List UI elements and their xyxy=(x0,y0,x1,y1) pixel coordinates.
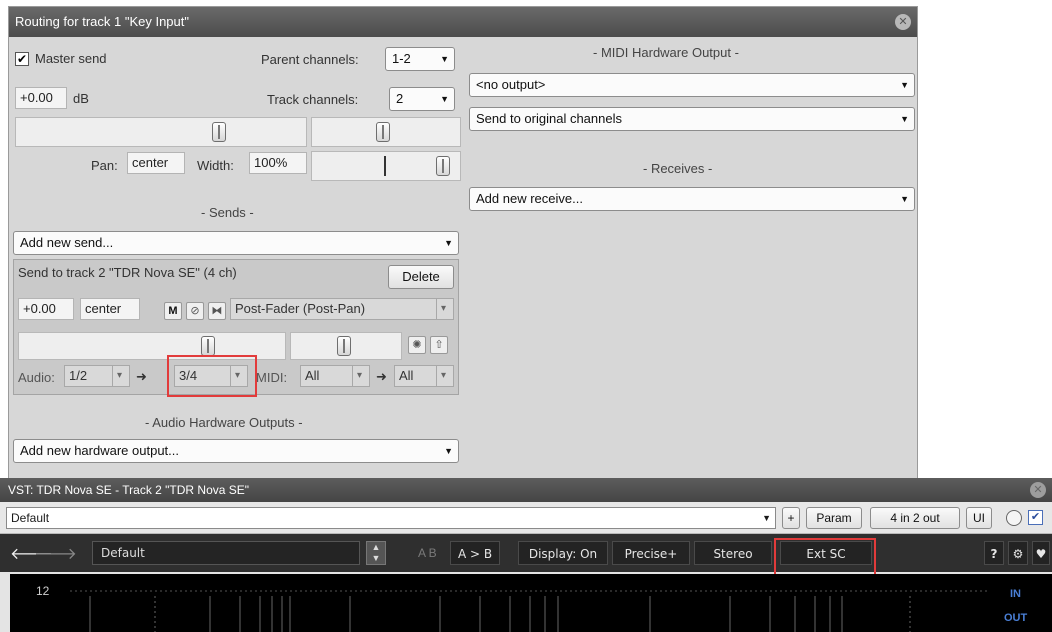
heart-icon[interactable]: ♥ xyxy=(1032,541,1050,565)
vst-host-toolbar: Default ▼ + Param 4 in 2 out UI ✔ xyxy=(0,502,1052,534)
parent-channels-select[interactable]: 1-2 ▼ xyxy=(385,47,455,71)
send-volume-field[interactable]: +0.00 xyxy=(18,298,74,320)
width-center-line xyxy=(384,156,386,176)
display-button[interactable]: Display: On xyxy=(518,541,608,565)
send-up-icon[interactable]: ⇧ xyxy=(430,336,448,354)
ui-button[interactable]: UI xyxy=(966,507,992,529)
send-mute-button[interactable]: M xyxy=(164,302,182,320)
width-field[interactable]: 100% xyxy=(249,152,307,174)
volume-field[interactable]: +0.00 xyxy=(15,87,67,109)
send-midi-src-select[interactable]: All ▾ xyxy=(300,365,370,387)
bypass-checkbox[interactable]: ✔ xyxy=(1028,510,1043,525)
midi-hw-header: - MIDI Hardware Output - xyxy=(593,45,739,60)
send-mode-select[interactable]: Post-Fader (Post-Pan) ▾ xyxy=(230,298,454,320)
midi-channels-select[interactable]: Send to original channels ▼ xyxy=(469,107,915,131)
add-receive-select[interactable]: Add new receive... ▼ xyxy=(469,187,915,211)
master-send-label: Master send xyxy=(35,51,107,66)
routing-title-bar: Routing for track 1 "Key Input" ✕ xyxy=(9,7,917,37)
close-icon[interactable]: ✕ xyxy=(895,14,911,30)
send-pan-knob[interactable] xyxy=(337,336,351,356)
vst-window: VST: TDR Nova SE - Track 2 "TDR Nova SE"… xyxy=(0,478,1052,632)
settings-gear-icon[interactable]: ⚙ xyxy=(1008,541,1028,565)
send-pan-field[interactable]: center xyxy=(80,298,140,320)
preset-add-button[interactable]: + xyxy=(782,507,800,529)
forward-arrow-icon[interactable]: 🡒 xyxy=(34,543,77,564)
audio-arrow-icon: ➜ xyxy=(136,369,147,384)
hw-outputs-header: - Audio Hardware Outputs - xyxy=(145,415,303,430)
preset-stepper-icon[interactable]: ▲ ▼ xyxy=(366,541,386,565)
width-label: Width: xyxy=(197,158,234,173)
meter-in-label: IN xyxy=(1010,588,1021,600)
send-midi-dst-select[interactable]: All ▾ xyxy=(394,365,454,387)
send-audio-src-select[interactable]: 1/2 ▾ xyxy=(64,365,130,387)
volume-slider[interactable] xyxy=(15,117,307,147)
precise-button[interactable]: Precise+ xyxy=(612,541,690,565)
preset-dropdown-arrow-icon: ▼ xyxy=(762,513,771,523)
vst-title: VST: TDR Nova SE - Track 2 "TDR Nova SE" xyxy=(8,483,250,497)
stereo-button[interactable]: Stereo xyxy=(694,541,772,565)
midi-output-select[interactable]: <no output> ▼ xyxy=(469,73,915,97)
volume-unit-label: dB xyxy=(73,91,89,106)
pan-field[interactable]: center xyxy=(127,152,185,174)
send-title: Send to track 2 "TDR Nova SE" (4 ch) xyxy=(18,265,237,280)
vst-title-bar: VST: TDR Nova SE - Track 2 "TDR Nova SE"… xyxy=(0,478,1052,502)
parent-channels-label: Parent channels: xyxy=(261,52,359,67)
pan-slider-knob[interactable] xyxy=(376,122,390,142)
routing-window: Routing for track 1 "Key Input" ✕ ✔ Mast… xyxy=(8,6,918,482)
param-button[interactable]: Param xyxy=(806,507,862,529)
meter-out-label: OUT xyxy=(1004,612,1028,624)
send-audio-label: Audio: xyxy=(18,370,55,385)
io-button[interactable]: 4 in 2 out xyxy=(870,507,960,529)
vst-close-icon[interactable]: ✕ xyxy=(1030,482,1046,498)
plugin-toolbar: 🡐 🡒 Default ▲ ▼ A B A > B Display: On Pre… xyxy=(0,534,1052,572)
delete-send-button[interactable]: Delete xyxy=(388,265,454,289)
send-midi-label: MIDI: xyxy=(256,370,288,385)
preset-select[interactable]: Default ▼ xyxy=(6,507,776,529)
ab-toggle[interactable]: A B xyxy=(418,546,437,560)
phase-invert-icon[interactable]: ⊘ xyxy=(186,302,204,320)
track-channels-label: Track channels: xyxy=(267,92,359,107)
wet-knob-icon[interactable] xyxy=(1006,510,1022,526)
send-pan-slider[interactable] xyxy=(290,332,402,360)
pan-label: Pan: xyxy=(91,158,118,173)
width-slider-knob[interactable] xyxy=(436,156,450,176)
a-to-b-button[interactable]: A > B xyxy=(450,541,500,565)
width-slider[interactable] xyxy=(311,151,461,181)
volume-slider-knob[interactable] xyxy=(212,122,226,142)
mono-icon[interactable]: ⧓ xyxy=(208,302,226,320)
add-send-select[interactable]: Add new send... ▼ xyxy=(13,231,459,255)
send-envelope-icon[interactable]: ✺ xyxy=(408,336,426,354)
add-hw-output-select[interactable]: Add new hardware output... ▼ xyxy=(13,439,459,463)
track-channels-select[interactable]: 2 ▼ xyxy=(389,87,455,111)
routing-title: Routing for track 1 "Key Input" xyxy=(15,14,189,29)
plugin-preset-field[interactable]: Default xyxy=(92,541,360,565)
pan-slider[interactable] xyxy=(311,117,461,147)
send-volume-knob[interactable] xyxy=(201,336,215,356)
highlight-audio-dst xyxy=(167,355,257,397)
help-button[interactable]: ? xyxy=(984,541,1004,565)
eq-display[interactable]: 12 IN OUT xyxy=(10,574,1052,632)
eq-grid xyxy=(70,590,990,632)
midi-arrow-icon: ➜ xyxy=(376,369,387,384)
highlight-ext-sc xyxy=(774,538,876,576)
sends-header: - Sends - xyxy=(201,205,254,220)
receives-header: - Receives - xyxy=(643,161,713,176)
master-send-checkbox[interactable]: ✔ xyxy=(15,52,29,66)
